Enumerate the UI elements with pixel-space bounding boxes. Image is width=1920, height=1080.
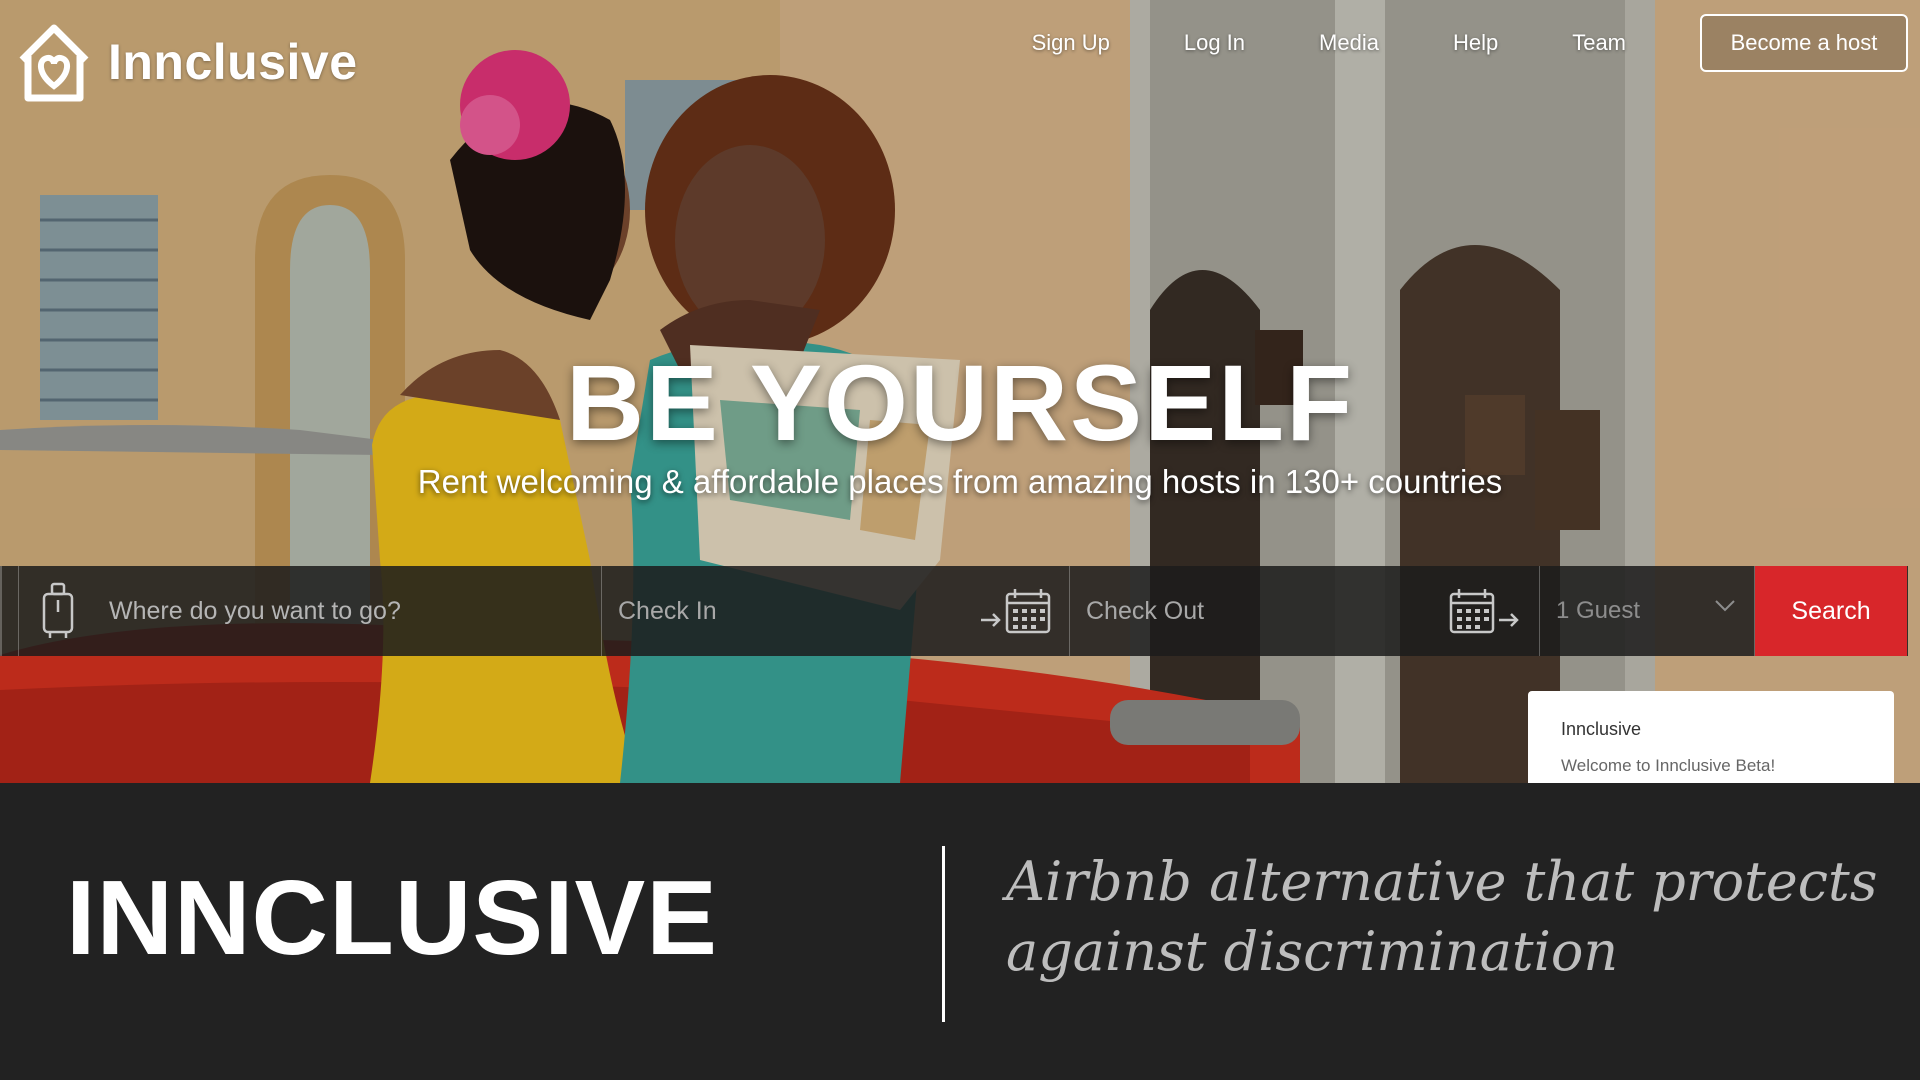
nav-team[interactable]: Team: [1572, 30, 1626, 56]
hero-subheadline: Rent welcoming & affordable places from …: [417, 463, 1503, 500]
check-out-placeholder: Check Out: [1086, 596, 1205, 625]
chevron-down-icon: [1714, 599, 1736, 618]
brand-logo[interactable]: Innclusive: [16, 20, 358, 104]
caption-tagline: Airbnb alternative that protects against…: [1006, 850, 1878, 983]
notification-message: Welcome to Innclusive Beta!: [1561, 756, 1776, 775]
caption-divider: [942, 846, 945, 1022]
check-in-calendar-icon[interactable]: [979, 588, 1051, 636]
hero-section: Innclusive Sign Up Log In Media Help Tea…: [0, 0, 1920, 783]
destination-input[interactable]: [109, 596, 601, 626]
become-host-button[interactable]: Become a host: [1700, 14, 1908, 72]
search-bar: Check In Check Out: [0, 566, 1908, 656]
search-button[interactable]: Search: [1755, 566, 1907, 656]
nav-help[interactable]: Help: [1453, 30, 1498, 56]
check-in-field[interactable]: Check In: [602, 566, 1070, 656]
nav-media[interactable]: Media: [1319, 30, 1379, 56]
check-out-calendar-icon[interactable]: [1449, 588, 1521, 636]
top-navigation: Sign Up Log In Media Help Team Become a …: [1032, 14, 1908, 72]
luggage-icon: [41, 582, 75, 640]
guest-count: 1 Guest: [1556, 597, 1641, 624]
check-in-placeholder: Check In: [618, 596, 717, 625]
nav-sign-up[interactable]: Sign Up: [1032, 30, 1110, 56]
hero-headline: BE YOURSELF: [565, 342, 1355, 463]
notification-title: Innclusive: [1561, 719, 1642, 739]
nav-log-in[interactable]: Log In: [1184, 30, 1245, 56]
notification-card[interactable]: Innclusive Welcome to Innclusive Beta!: [1528, 691, 1894, 783]
brand-name: Innclusive: [108, 34, 358, 90]
check-out-field[interactable]: Check Out: [1070, 566, 1540, 656]
destination-field[interactable]: [18, 566, 602, 656]
caption-band: INNCLUSIVE Airbnb alternative that prote…: [0, 783, 1920, 1080]
caption-title: INNCLUSIVE: [66, 859, 718, 977]
guest-select[interactable]: 1 Guest: [1540, 566, 1755, 656]
house-heart-icon: [19, 24, 89, 102]
